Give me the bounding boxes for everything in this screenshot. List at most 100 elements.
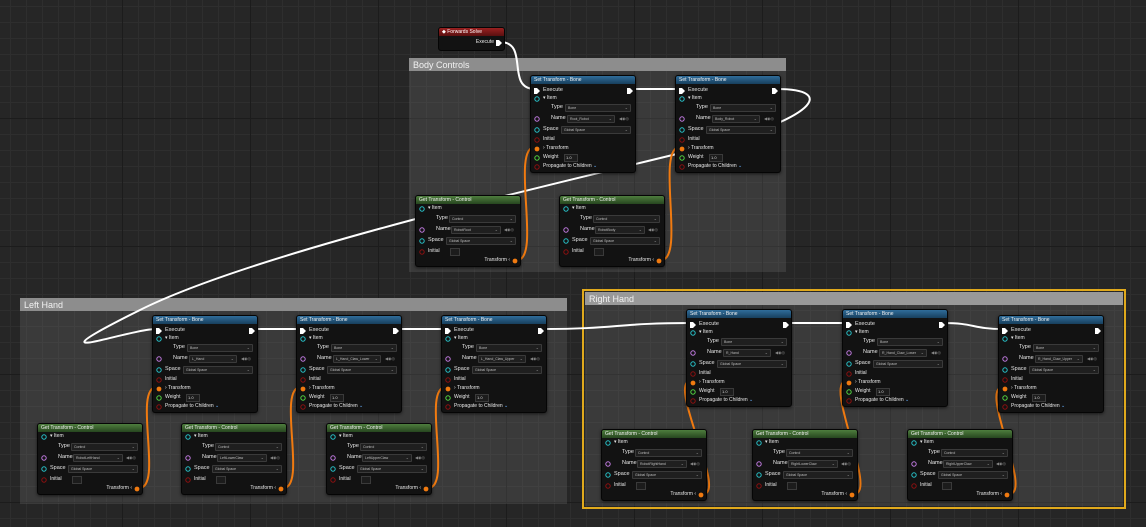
name-dropdown[interactable]: RightLowerClaw ⌄ bbox=[788, 460, 838, 468]
transform-out-pin[interactable] bbox=[512, 258, 518, 266]
space-pin[interactable] bbox=[419, 238, 425, 244]
transform-pin[interactable] bbox=[690, 380, 696, 386]
weight-input[interactable]: 1.0 bbox=[1032, 394, 1046, 402]
name-pin[interactable] bbox=[756, 461, 762, 467]
space-dropdown[interactable]: Global Space ⌄ bbox=[873, 360, 943, 368]
node-header[interactable]: Set Transform - Bone bbox=[843, 310, 947, 318]
transform-out-pin[interactable] bbox=[278, 486, 284, 494]
browse-icon[interactable]: ◀◉◎ bbox=[530, 354, 540, 363]
node-header[interactable]: Get Transform - Control bbox=[416, 196, 520, 204]
space-dropdown[interactable]: Global Space ⌄ bbox=[717, 360, 787, 368]
weight-pin[interactable] bbox=[846, 389, 852, 395]
weight-pin[interactable] bbox=[690, 389, 696, 395]
initial-pin[interactable] bbox=[756, 483, 762, 489]
node-header[interactable]: Set Transform - Bone bbox=[999, 316, 1103, 324]
initial-checkbox[interactable] bbox=[636, 482, 646, 490]
name-pin[interactable] bbox=[185, 455, 191, 461]
item-pin[interactable] bbox=[445, 336, 451, 342]
space-pin[interactable] bbox=[185, 466, 191, 472]
item-pin[interactable] bbox=[156, 336, 162, 342]
name-dropdown[interactable]: L_Hand_Claw_Upper ⌄ bbox=[478, 355, 526, 363]
name-dropdown[interactable]: R_Hand_Claw_Lower ⌄ bbox=[879, 349, 927, 357]
initial-pin[interactable] bbox=[563, 249, 569, 255]
name-pin[interactable] bbox=[1002, 356, 1008, 362]
weight-pin[interactable] bbox=[156, 395, 162, 401]
node-header[interactable]: Get Transform - Control bbox=[182, 424, 286, 432]
transform-pin[interactable] bbox=[534, 146, 540, 152]
weight-input[interactable]: 1.0 bbox=[709, 154, 723, 162]
space-dropdown[interactable]: Global Space ⌄ bbox=[183, 366, 253, 374]
browse-icon[interactable]: ◀◉◎ bbox=[504, 225, 514, 234]
browse-icon[interactable]: ◀◉◎ bbox=[690, 459, 700, 468]
initial-pin[interactable] bbox=[690, 371, 696, 377]
browse-icon[interactable]: ◀◉◎ bbox=[270, 453, 280, 462]
transform-out-pin[interactable] bbox=[849, 492, 855, 500]
node-header[interactable]: Get Transform - Control bbox=[908, 430, 1012, 438]
browse-icon[interactable]: ◀◉◎ bbox=[126, 453, 136, 462]
type-dropdown[interactable]: Bone ⌄ bbox=[877, 338, 943, 346]
initial-pin[interactable] bbox=[300, 377, 306, 383]
propagate-pin[interactable] bbox=[156, 404, 162, 410]
node-header[interactable]: Get Transform - Control bbox=[560, 196, 664, 204]
space-dropdown[interactable]: Global Space ⌄ bbox=[68, 465, 138, 473]
type-dropdown[interactable]: Control ⌄ bbox=[941, 449, 1008, 457]
initial-checkbox[interactable] bbox=[361, 476, 371, 484]
space-pin[interactable] bbox=[1002, 367, 1008, 373]
item-pin[interactable] bbox=[563, 206, 569, 212]
node-header[interactable]: Set Transform - Bone bbox=[687, 310, 791, 318]
space-dropdown[interactable]: Global Space ⌄ bbox=[472, 366, 542, 374]
weight-pin[interactable] bbox=[300, 395, 306, 401]
space-dropdown[interactable]: Global Space ⌄ bbox=[327, 366, 397, 374]
initial-pin[interactable] bbox=[679, 137, 685, 143]
name-dropdown[interactable]: LeftUpperClaw ⌄ bbox=[362, 454, 412, 462]
space-pin[interactable] bbox=[756, 472, 762, 478]
get-transform-control-node[interactable]: Get Transform - Control ▾ Item Type Control… bbox=[181, 423, 287, 495]
space-pin[interactable] bbox=[605, 472, 611, 478]
space-pin[interactable] bbox=[445, 367, 451, 373]
space-pin[interactable] bbox=[690, 361, 696, 367]
name-pin[interactable] bbox=[690, 350, 696, 356]
weight-pin[interactable] bbox=[679, 155, 685, 161]
name-pin[interactable] bbox=[846, 350, 852, 356]
node-header[interactable]: Set Transform - Bone bbox=[531, 76, 635, 84]
exec-in-pin[interactable] bbox=[156, 328, 162, 334]
node-header[interactable]: Get Transform - Control bbox=[38, 424, 142, 432]
item-pin[interactable] bbox=[534, 96, 540, 102]
item-pin[interactable] bbox=[690, 330, 696, 336]
name-dropdown[interactable]: RobotLeftHand ⌄ bbox=[73, 454, 123, 462]
transform-out-pin[interactable] bbox=[698, 492, 704, 500]
initial-checkbox[interactable] bbox=[787, 482, 797, 490]
get-transform-control-node[interactable]: Get Transform - Control ▾ Item Type Control… bbox=[37, 423, 143, 495]
initial-checkbox[interactable] bbox=[216, 476, 226, 484]
name-dropdown[interactable]: RobotRightHand ⌄ bbox=[637, 460, 687, 468]
type-dropdown[interactable]: Control ⌄ bbox=[635, 449, 702, 457]
initial-checkbox[interactable] bbox=[942, 482, 952, 490]
name-pin[interactable] bbox=[605, 461, 611, 467]
transform-out-pin[interactable] bbox=[134, 486, 140, 494]
browse-icon[interactable]: ◀◉◎ bbox=[415, 453, 425, 462]
name-pin[interactable] bbox=[911, 461, 917, 467]
exec-in-pin[interactable] bbox=[690, 322, 696, 328]
item-pin[interactable] bbox=[846, 330, 852, 336]
transform-pin[interactable] bbox=[156, 386, 162, 392]
browse-icon[interactable]: ◀◉◎ bbox=[619, 114, 629, 123]
browse-icon[interactable]: ◀◉◎ bbox=[648, 225, 658, 234]
space-dropdown[interactable]: Global Space ⌄ bbox=[561, 126, 631, 134]
item-pin[interactable] bbox=[756, 440, 762, 446]
propagate-pin[interactable] bbox=[679, 164, 685, 170]
weight-input[interactable]: 1.0 bbox=[186, 394, 200, 402]
initial-pin[interactable] bbox=[185, 477, 191, 483]
set-transform-bone-node[interactable]: Set Transform - Bone Execute ▾ Item Type Bon… bbox=[842, 309, 948, 407]
space-dropdown[interactable]: Global Space ⌄ bbox=[446, 237, 516, 245]
browse-icon[interactable]: ◀◉◎ bbox=[775, 348, 785, 357]
exec-in-pin[interactable] bbox=[445, 328, 451, 334]
node-header[interactable]: Get Transform - Control bbox=[327, 424, 431, 432]
browse-icon[interactable]: ◀◉◎ bbox=[241, 354, 251, 363]
name-dropdown[interactable]: RightUpperClaw ⌄ bbox=[943, 460, 993, 468]
browse-icon[interactable]: ◀◉◎ bbox=[931, 348, 941, 357]
space-pin[interactable] bbox=[41, 466, 47, 472]
name-pin[interactable] bbox=[330, 455, 336, 461]
name-dropdown[interactable]: LeftLowerClaw ⌄ bbox=[217, 454, 267, 462]
exec-in-pin[interactable] bbox=[679, 88, 685, 94]
weight-input[interactable]: 1.0 bbox=[564, 154, 578, 162]
